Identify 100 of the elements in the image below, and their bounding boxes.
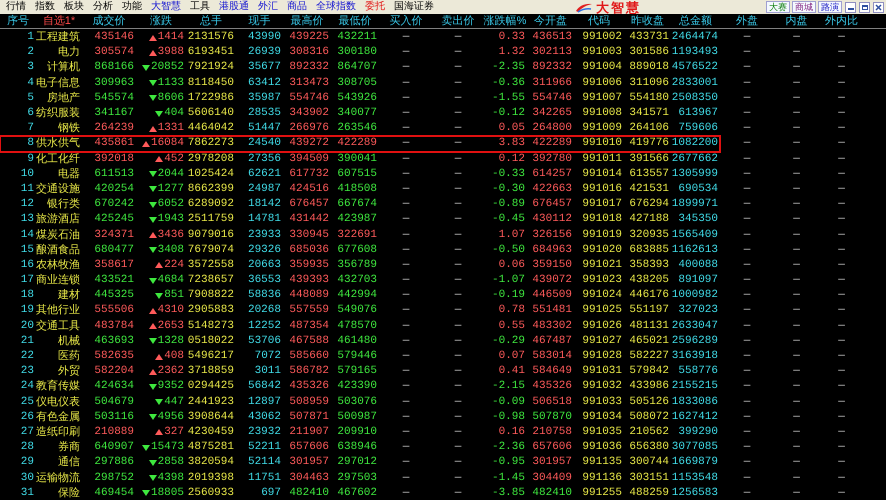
sector-name[interactable]: 外贸	[58, 365, 80, 376]
sector-name[interactable]: 机械	[58, 334, 80, 346]
table-cell: 3572558	[188, 260, 234, 271]
sector-name[interactable]: 有色金属	[36, 410, 80, 422]
column-header[interactable]: 最低价	[331, 16, 379, 26]
menu-item[interactable]: 外汇	[258, 2, 278, 12]
sector-name[interactable]: 其他行业	[36, 304, 80, 316]
toolbar-button[interactable]: 商城	[792, 1, 816, 13]
table-cell: 991014	[582, 168, 622, 180]
column-header[interactable]: 现手	[236, 16, 283, 26]
sector-name[interactable]: 电力	[58, 46, 80, 58]
sector-name[interactable]: 教育传媒	[36, 380, 80, 392]
sector-name[interactable]: 交通设施	[36, 182, 80, 194]
sector-name[interactable]: 房地产	[47, 92, 80, 103]
table-cell: 422289	[532, 138, 572, 150]
table-cell: 356789	[337, 260, 377, 271]
sector-name[interactable]: 计算机	[47, 61, 80, 72]
menu-item[interactable]: 板块	[64, 2, 84, 12]
menu-item[interactable]: 分析	[93, 2, 113, 12]
sector-name[interactable]: 券商	[58, 441, 80, 452]
table-cell: 1025424	[188, 168, 234, 180]
table-cell: 868166	[94, 62, 134, 74]
toolbar-button[interactable]: 路演	[818, 1, 842, 13]
table-cell: 425245	[94, 214, 134, 226]
column-header[interactable]: 买入价	[379, 16, 433, 26]
table-cell: —	[838, 396, 845, 408]
table-cell: —	[838, 108, 845, 120]
table-cell: 583014	[532, 351, 572, 362]
minimize-button[interactable]	[845, 2, 856, 12]
table-cell: 579842	[629, 366, 669, 378]
sector-name[interactable]: 商业连锁	[36, 274, 80, 286]
table-cell: -0.29	[492, 336, 525, 347]
menu-item[interactable]: 国海证券	[394, 2, 434, 12]
menu-item[interactable]: 功能	[122, 2, 142, 12]
sector-name[interactable]: 纺织服装	[36, 107, 80, 118]
table-cell: 469454	[94, 488, 134, 499]
table-cell: 543926	[337, 92, 377, 104]
column-header[interactable]: 序号	[0, 16, 36, 26]
sector-name[interactable]: 银行类	[47, 198, 80, 210]
table-cell: 210889	[94, 426, 134, 438]
column-header[interactable]: 内盘	[774, 16, 819, 26]
column-header[interactable]: 代码	[574, 16, 624, 26]
table-cell: —	[793, 92, 800, 104]
sector-name[interactable]: 供水供气	[36, 137, 80, 148]
sector-name[interactable]: 造纸印刷	[36, 426, 80, 437]
sector-name[interactable]: 酿酒食品	[36, 244, 80, 255]
table-cell: —	[744, 32, 750, 44]
table-cell: 9352	[158, 381, 184, 392]
sector-name[interactable]: 通信	[58, 456, 80, 468]
column-header[interactable]: 外内比	[819, 16, 864, 26]
column-header[interactable]: 总手	[186, 16, 236, 26]
column-header[interactable]: 最高价	[283, 16, 331, 26]
table-cell: 5496217	[188, 351, 234, 362]
menu-item[interactable]: 全球指数	[316, 2, 356, 12]
sector-name[interactable]: 建材	[58, 289, 80, 300]
column-header[interactable]: 昨收盘	[624, 16, 671, 26]
close-button[interactable]	[873, 2, 884, 12]
menu-item[interactable]: 指数	[35, 2, 55, 12]
column-header[interactable]: 自选1*	[36, 16, 82, 26]
sector-name[interactable]: 交通工具	[36, 320, 80, 331]
table-cell: —	[744, 488, 750, 499]
sector-name[interactable]: 电器	[58, 168, 80, 179]
column-header[interactable]: 总金额	[671, 16, 720, 26]
sector-name[interactable]: 仪电仪表	[36, 396, 80, 407]
sector-name[interactable]: 旅游酒店	[36, 213, 80, 224]
sector-name[interactable]: 煤炭石油	[36, 228, 80, 240]
menu-item[interactable]: 委托	[365, 2, 385, 12]
sector-name[interactable]: 保险	[58, 486, 80, 498]
menu-item[interactable]: 行情	[6, 2, 26, 12]
table-cell: 617732	[289, 168, 329, 180]
table-cell: 0.41	[498, 366, 525, 378]
table-cell: 58836	[248, 290, 281, 302]
menu-item[interactable]: 商品	[287, 2, 307, 12]
column-header[interactable]: 外盘	[720, 16, 774, 26]
sector-name[interactable]: 化工化纤	[36, 152, 80, 164]
sector-name[interactable]: 运输物流	[36, 472, 80, 483]
menu-item[interactable]: 大智慧	[151, 2, 181, 12]
table-cell: 43062	[248, 412, 281, 423]
table-cell: 463693	[94, 336, 134, 347]
sector-name[interactable]: 农林牧渔	[36, 258, 80, 270]
table-cell: —	[402, 230, 410, 241]
column-header[interactable]: 涨跌	[136, 16, 186, 26]
column-header[interactable]: 涨跌幅%	[483, 16, 527, 26]
table-cell: 427188	[629, 214, 669, 226]
menu-item[interactable]: 工具	[190, 2, 210, 12]
row-number: 25	[20, 396, 34, 408]
toolbar-button[interactable]: 大赛	[766, 1, 790, 13]
table-cell: —	[744, 108, 750, 120]
table-cell: 341167	[94, 108, 134, 120]
table-cell: —	[744, 62, 750, 74]
column-header[interactable]: 卖出价	[433, 16, 483, 26]
column-header[interactable]: 成交价	[82, 16, 136, 26]
sector-name[interactable]: 钢铁	[58, 122, 80, 134]
sector-name[interactable]: 电子信息	[36, 76, 80, 88]
sector-name[interactable]: 医药	[58, 350, 80, 362]
column-header[interactable]: 今开盘	[527, 16, 574, 26]
table-cell: 478570	[337, 320, 377, 332]
menu-item[interactable]: 港股通	[219, 2, 249, 12]
maximize-button[interactable]	[859, 2, 870, 12]
sector-name[interactable]: 工程建筑	[36, 31, 80, 42]
